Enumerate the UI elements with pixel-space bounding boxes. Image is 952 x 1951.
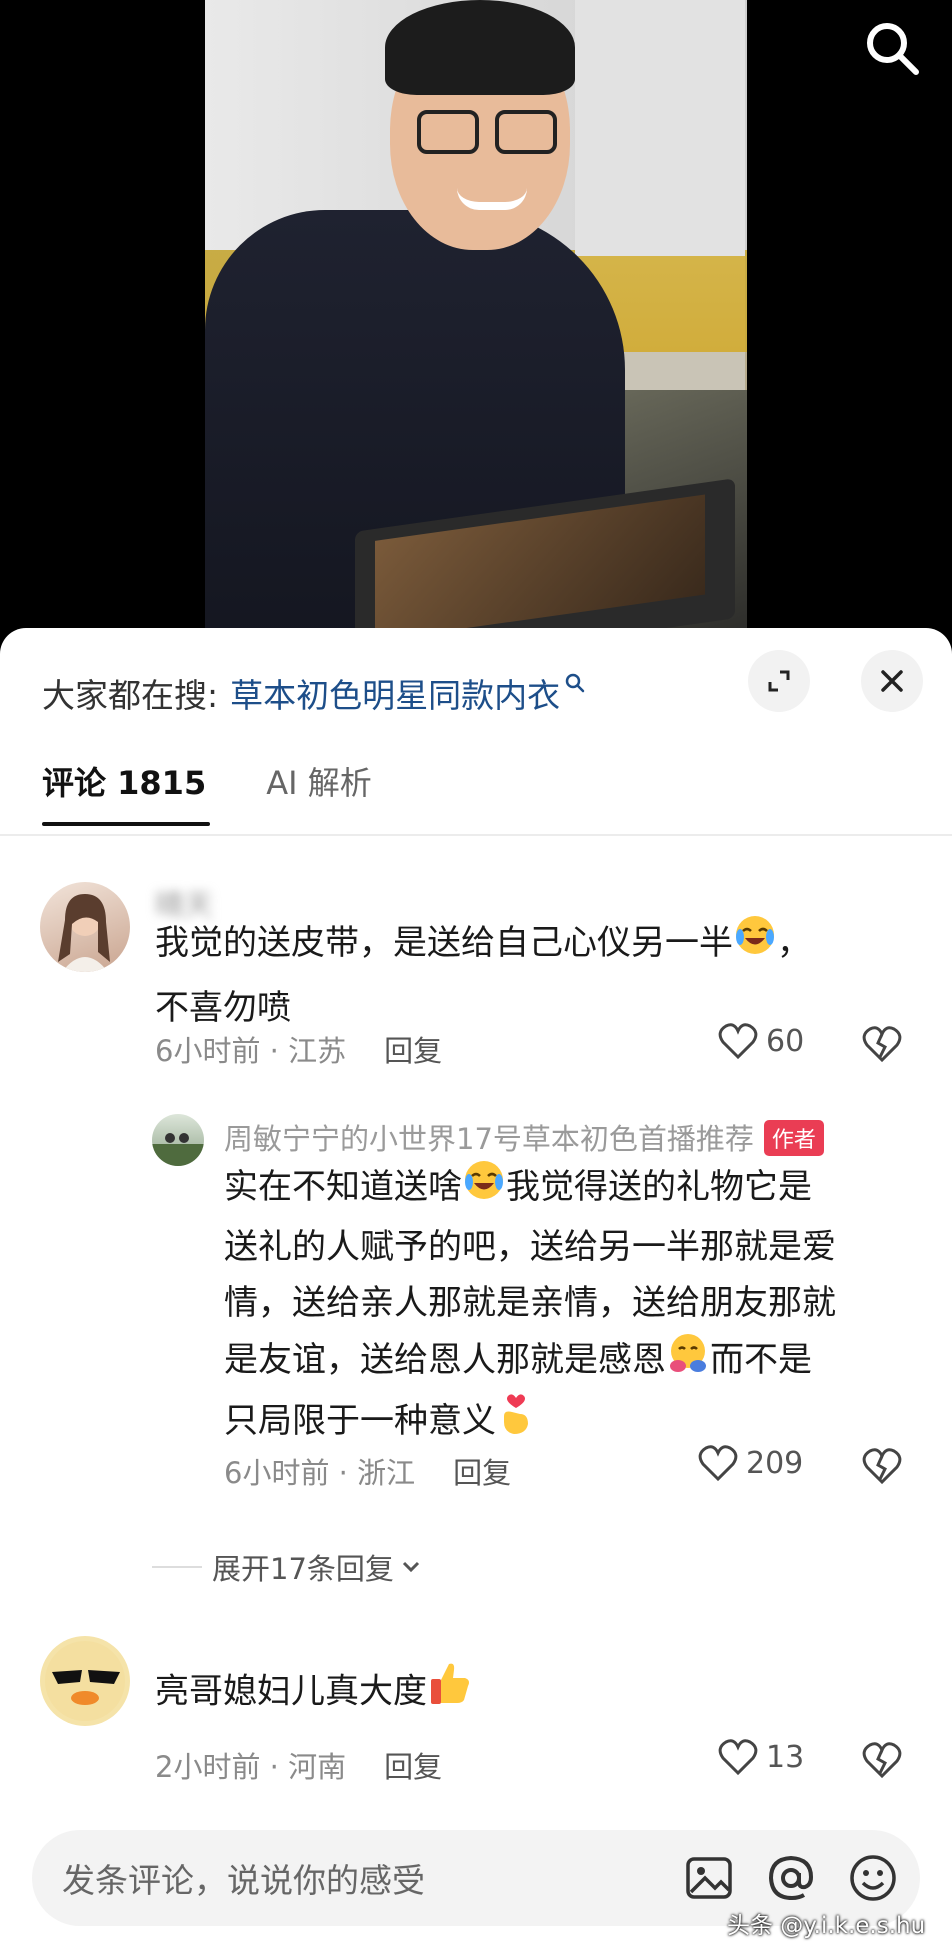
author-badge: 作者 (763, 1120, 824, 1156)
like-count: 60 (766, 1023, 805, 1059)
reply-username[interactable]: 周敏宁宁的小世界17号草本初色首播推荐 (224, 1122, 754, 1156)
close-button[interactable] (861, 650, 923, 712)
like-button[interactable]: 209 (698, 1444, 803, 1482)
person-hair (385, 0, 575, 95)
like-button[interactable]: 13 (718, 1738, 804, 1776)
tab-comments[interactable]: 评论 1815 (42, 758, 211, 826)
comment-text-line2: 不喜勿喷 (155, 987, 291, 1028)
reply-time-location: 6小时前 · 浙江 (224, 1456, 416, 1490)
avatar[interactable] (40, 882, 130, 972)
comment-item: 晴天 我觉的送皮带，是送给自己心仪另一半， 不喜勿喷 6小时前 · 江苏 回复 … (0, 850, 952, 1080)
like-button[interactable]: 60 (718, 1022, 804, 1060)
video-frame (205, 0, 747, 640)
chevron-down-icon (402, 1561, 419, 1573)
reply-button[interactable]: 回复 (384, 1028, 442, 1070)
thumbs-up-emoji-icon (427, 1660, 473, 1726)
reply-text-line2: 送礼的人赋予的吧，送给另一半那就是爱 (224, 1227, 836, 1267)
reply-button[interactable]: 回复 (453, 1450, 511, 1492)
reply-meta: 6小时前 · 浙江 回复 (224, 1450, 511, 1492)
heart-icon (698, 1445, 738, 1482)
tab-ai-analysis[interactable]: AI 解析 (266, 758, 372, 804)
reply-text-line1a: 实在不知道送啥 (224, 1167, 462, 1207)
comment-input[interactable]: 发条评论，说说你的感受 (62, 1854, 674, 1902)
hot-search-bar[interactable]: 大家都在搜: 草本初色明星同款内衣 (42, 658, 586, 728)
reply-username-row: 周敏宁宁的小世界17号草本初色首播推荐 作者 (224, 1116, 824, 1159)
heart-icon (718, 1023, 758, 1060)
broken-heart-icon (862, 1742, 902, 1779)
mention-icon[interactable] (756, 1843, 826, 1913)
broken-heart-icon (862, 1448, 902, 1485)
comment-sheet: 大家都在搜: 草本初色明星同款内衣 评论 1815 AI 解析 晴天 我觉的送皮… (0, 628, 952, 1951)
crying-laughing-emoji-icon (462, 1158, 506, 1219)
comment-text-line1: 我觉的送皮带，是送给自己心仪另一半 (155, 923, 733, 963)
dislike-button[interactable] (862, 1447, 902, 1489)
reply-text: 实在不知道送啥 我觉得送的礼物它是 送礼的人赋予的吧，送给另一半那就是爱 情，送给… (224, 1158, 836, 1453)
like-count: 209 (746, 1445, 804, 1481)
hot-search-prefix: 大家都在搜: (42, 676, 219, 715)
expand-icon (768, 670, 790, 692)
close-icon (881, 670, 903, 692)
dislike-button[interactable] (862, 1025, 902, 1067)
dislike-button[interactable] (862, 1741, 902, 1783)
finger-heart-emoji-icon (496, 1392, 536, 1453)
expand-replies-label: 展开17条回复 (212, 1552, 394, 1586)
comment-reply-item: 周敏宁宁的小世界17号草本初色首播推荐 作者 实在不知道送啥 我觉得送的礼物它是 送… (0, 1106, 952, 1526)
broken-heart-icon (862, 1026, 902, 1063)
small-search-icon (565, 673, 585, 693)
crying-laughing-emoji-icon (733, 913, 777, 977)
comment-text: 我觉的送皮带，是送给自己心仪另一半 ， 不喜勿喷 (155, 912, 811, 1039)
comment-item: 亮哥媳妇儿真大度 2小时前 · 河南 回复 13 (0, 1628, 952, 1818)
video-person (205, 0, 747, 640)
reply-text-line4b: 而不是 (710, 1340, 812, 1380)
expand-button[interactable] (748, 650, 810, 712)
like-count: 13 (766, 1739, 805, 1775)
comment-text-line1-tail: ， (777, 923, 811, 963)
tab-bar: 评论 1815 AI 解析 (42, 746, 432, 826)
expand-replies-button[interactable]: 展开17条回复 (152, 1546, 424, 1588)
tabs-divider (0, 834, 952, 836)
avatar[interactable] (40, 1636, 130, 1726)
avatar[interactable] (152, 1114, 204, 1166)
reply-text-line5: 只局限于一种意义 (224, 1401, 496, 1441)
person-smile (457, 188, 527, 210)
comment-time-location: 2小时前 · 河南 (155, 1750, 347, 1784)
hugging-face-emoji-icon (666, 1331, 710, 1392)
expand-divider (152, 1566, 202, 1568)
comment-time-location: 6小时前 · 江苏 (155, 1034, 347, 1068)
reply-text-line4a: 是友谊，送给恩人那就是感恩 (224, 1340, 666, 1380)
image-icon[interactable] (674, 1843, 744, 1913)
emoji-icon[interactable] (838, 1843, 908, 1913)
video-player[interactable] (0, 0, 952, 640)
comment-meta: 6小时前 · 江苏 回复 (155, 1028, 442, 1070)
heart-icon (718, 1739, 758, 1776)
reply-text-line1b: 我觉得送的礼物它是 (506, 1167, 812, 1207)
reply-text-line3: 情，送给亲人那就是亲情，送给朋友那就 (224, 1283, 836, 1323)
person-glasses (417, 110, 567, 158)
comment-meta: 2小时前 · 河南 回复 (155, 1744, 442, 1786)
comment-text: 亮哥媳妇儿真大度 (155, 1660, 473, 1726)
reply-button[interactable]: 回复 (384, 1744, 442, 1786)
comment-text-content: 亮哥媳妇儿真大度 (155, 1671, 427, 1712)
hot-search-term[interactable]: 草本初色明星同款内衣 (230, 669, 560, 717)
search-icon[interactable] (862, 18, 922, 78)
watermark: 头条 @y.i.k.e.s.hu (727, 1913, 926, 1939)
